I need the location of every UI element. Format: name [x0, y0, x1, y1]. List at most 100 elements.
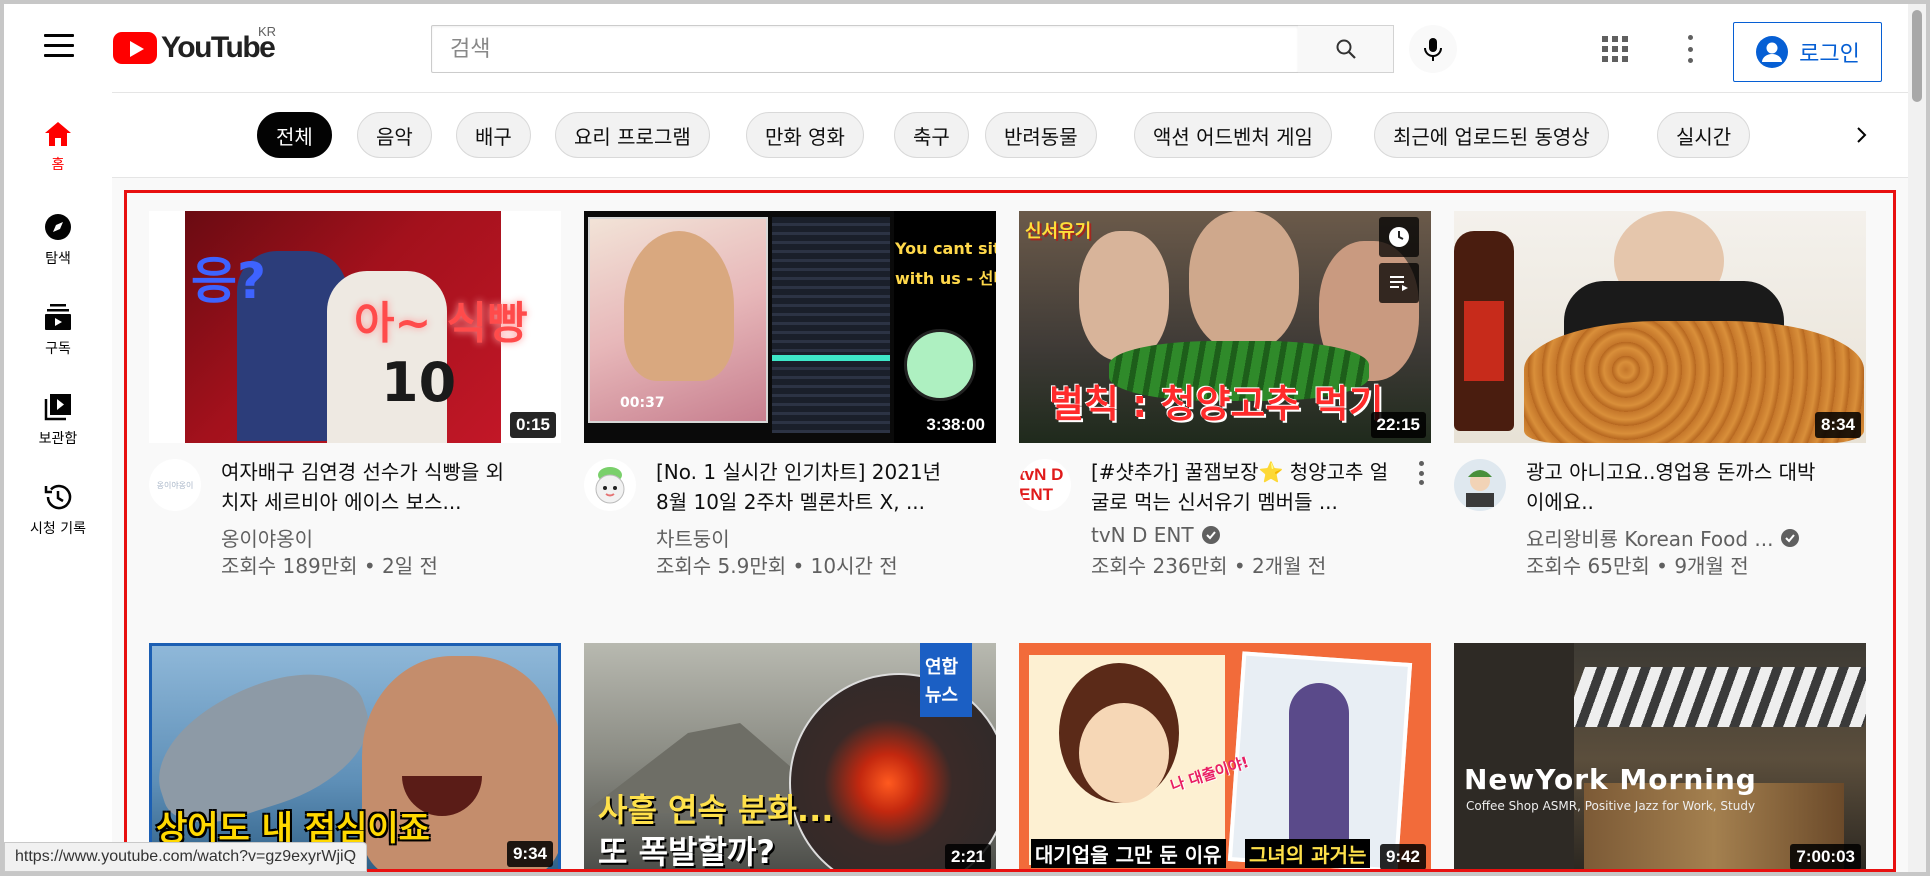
video-stats: 조회수 65만회 • 9개월 전: [1526, 554, 1749, 578]
sidebar-item-home[interactable]: 홈: [4, 92, 112, 192]
video-thumbnail[interactable]: 연합 뉴스 사흘 연속 분화... 또 폭발할까? 2:21: [584, 643, 996, 871]
apps-grid-icon[interactable]: [1602, 36, 1628, 62]
subscriptions-icon: [45, 304, 71, 330]
video-thumbnail[interactable]: 8:34: [1454, 211, 1866, 443]
sidebar-item-explore[interactable]: 탐색: [4, 184, 112, 284]
bottle-label: [1464, 301, 1504, 381]
news-logo-text: 연합: [925, 657, 959, 678]
video-menu-icon[interactable]: [1419, 461, 1425, 485]
channel-name-text: tvN D ENT: [1091, 523, 1194, 547]
chip-animation[interactable]: 만화 영화: [746, 112, 864, 158]
channel-avatar[interactable]: [1454, 459, 1506, 511]
video-card: NewYork Morning Coffee Shop ASMR, Positi…: [1454, 643, 1866, 869]
video-grid: 10 응? 아~ 식빵 0:15 옹이야옹이 여자배구 김연경 선수가 식빵을 …: [124, 190, 1896, 872]
video-thumbnail[interactable]: NewYork Morning Coffee Shop ASMR, Positi…: [1454, 643, 1866, 869]
thumbnail-caption: 또 폭발할까?: [598, 833, 775, 871]
masthead: YouTube KR 로그인: [4, 4, 1908, 92]
channel-name[interactable]: 옹이야옹이: [221, 523, 313, 552]
sidebar-item-label: 보관함: [38, 431, 78, 447]
player-time: 00:37: [620, 395, 665, 411]
video-card: You cant sit with us - 선미 00:37 3:38:00 …: [584, 211, 996, 583]
scrollbar-thumb[interactable]: [1912, 10, 1922, 102]
sidebar-item-label: 구독: [45, 341, 71, 357]
video-thumbnail[interactable]: 상어도 내 점심이죠 9:34: [149, 643, 561, 869]
search-button[interactable]: [1298, 25, 1394, 73]
video-thumbnail[interactable]: 10 응? 아~ 식빵 0:15: [149, 211, 561, 443]
verified-icon: [1781, 528, 1800, 547]
chip-recently-uploaded[interactable]: 최근에 업로드된 동영상: [1374, 112, 1609, 158]
channel-avatar[interactable]: 옹이야옹이: [149, 459, 201, 511]
video-title[interactable]: [No. 1 실시간 인기차트] 2021년 8월 10일 2주차 멜론차트 X…: [656, 457, 956, 517]
thumbnail-caption: NewYork Morning: [1464, 763, 1757, 796]
chip-live[interactable]: 실시간: [1657, 112, 1751, 158]
shop-facade: [1454, 643, 1574, 869]
video-title[interactable]: [#샷추가] 꿀잼보장⭐ 청양고추 얼굴로 먹는 신서유기 멤버들 ...: [1091, 457, 1391, 517]
thumbnail-caption: 그녀의 과거는: [1245, 839, 1371, 868]
chip-action-adventure[interactable]: 액션 어드벤처 게임: [1134, 112, 1332, 158]
search-input[interactable]: [432, 26, 1298, 72]
person-face: [1079, 231, 1169, 361]
voice-search-button[interactable]: [1409, 25, 1457, 73]
sidebar-item-history[interactable]: 시청 기록: [4, 454, 112, 554]
add-to-queue-button[interactable]: [1379, 263, 1419, 303]
video-card: 연합 뉴스 사흘 연속 분화... 또 폭발할까? 2:21: [584, 643, 996, 871]
playlist-panel: [772, 217, 890, 433]
channel-name[interactable]: tvN D ENT: [1091, 523, 1220, 547]
sidebar-item-library[interactable]: 보관함: [4, 364, 112, 464]
chip-volleyball[interactable]: 배구: [456, 112, 531, 158]
video-title[interactable]: 광고 아니고요..영업용 돈까스 대박이에요..: [1526, 457, 1826, 517]
video-thumbnail[interactable]: You cant sit with us - 선미 00:37 3:38:00: [584, 211, 996, 443]
thumbnail-caption: 응?: [191, 252, 267, 310]
thumbnail-caption: 대기업을 그만 둔 이유: [1031, 839, 1226, 868]
channel-name[interactable]: 요리왕비룡 Korean Food ...: [1526, 523, 1800, 552]
video-duration: 0:15: [509, 412, 556, 438]
chevron-right-icon: [1857, 127, 1867, 143]
video-card: 8:34 광고 아니고요..영업용 돈까스 대박이에요.. 요리왕비룡 Kore…: [1454, 211, 1866, 583]
chip-music[interactable]: 음악: [357, 112, 432, 158]
more-options-icon[interactable]: [1686, 35, 1694, 63]
chip-cooking[interactable]: 요리 프로그램: [555, 112, 710, 158]
channel-name[interactable]: 차트둥이: [656, 523, 730, 552]
person-face: [1189, 211, 1299, 351]
video-stats: 조회수 236만회 • 2개월 전: [1091, 554, 1327, 578]
fried-cutlets: [1524, 321, 1864, 443]
singer-figure: [624, 231, 734, 381]
thumbnail-caption: Coffee Shop ASMR, Positive Jazz for Work…: [1466, 799, 1756, 813]
cartoon-face: [1079, 703, 1169, 803]
queue-icon: [1390, 276, 1408, 291]
video-card: 10 응? 아~ 식빵 0:15 옹이야옹이 여자배구 김연경 선수가 식빵을 …: [149, 211, 561, 583]
video-thumbnail[interactable]: 신서유기 벌칙 : 청양고추 먹기 22:15: [1019, 211, 1431, 443]
show-logo: 신서유기: [1025, 221, 1092, 242]
sidebar-item-subscriptions[interactable]: 구독: [4, 274, 112, 374]
clock-icon: [1389, 227, 1409, 247]
channel-avatar[interactable]: [584, 459, 636, 511]
sidebar: 홈 탐색 구독 보관함 시청 기록: [4, 92, 112, 872]
channel-avatar[interactable]: tvN D ENT: [1019, 459, 1071, 511]
avatar-text: tvN D ENT: [1019, 465, 1064, 504]
video-card: 나 대출이야! 대기업을 그만 둔 이유 그녀의 과거는 9:42: [1019, 643, 1431, 869]
video-thumbnail[interactable]: 나 대출이야! 대기업을 그만 둔 이유 그녀의 과거는 9:42: [1019, 643, 1431, 869]
video-stats: 조회수 5.9만회 • 10시간 전: [656, 554, 898, 578]
home-icon: [45, 122, 71, 146]
compass-icon: [45, 214, 71, 240]
login-button[interactable]: 로그인: [1733, 22, 1882, 82]
link-status-bar: https://www.youtube.com/watch?v=gz9exyrW…: [4, 842, 368, 872]
channel-name-text: 요리왕비룡 Korean Food ...: [1526, 527, 1774, 551]
video-card: 상어도 내 점심이죠 9:34: [149, 643, 561, 869]
page-scrollbar[interactable]: [1908, 4, 1926, 872]
chip-next-arrow[interactable]: [1847, 120, 1877, 150]
chip-bar: 전체 음악 배구 요리 프로그램 만화 영화 축구 반려동물 액션 어드벤처 게…: [112, 92, 1908, 178]
chip-all[interactable]: 전체: [257, 112, 332, 158]
video-duration: 9:42: [1379, 844, 1426, 869]
youtube-logo[interactable]: YouTube KR: [113, 24, 276, 70]
menu-icon[interactable]: [44, 34, 74, 58]
video-duration: 22:15: [1370, 412, 1426, 438]
playlist-selected-row: [772, 355, 890, 361]
chip-pets[interactable]: 반려동물: [985, 112, 1097, 158]
striped-awning: [1563, 667, 1866, 727]
chip-soccer[interactable]: 축구: [894, 112, 969, 158]
video-duration: 8:34: [1814, 412, 1861, 438]
watch-later-button[interactable]: [1379, 217, 1419, 257]
avatar-text: 옹이야옹이: [156, 480, 194, 490]
video-title[interactable]: 여자배구 김연경 선수가 식빵을 외치자 세르비아 에이스 보스...: [221, 457, 521, 517]
